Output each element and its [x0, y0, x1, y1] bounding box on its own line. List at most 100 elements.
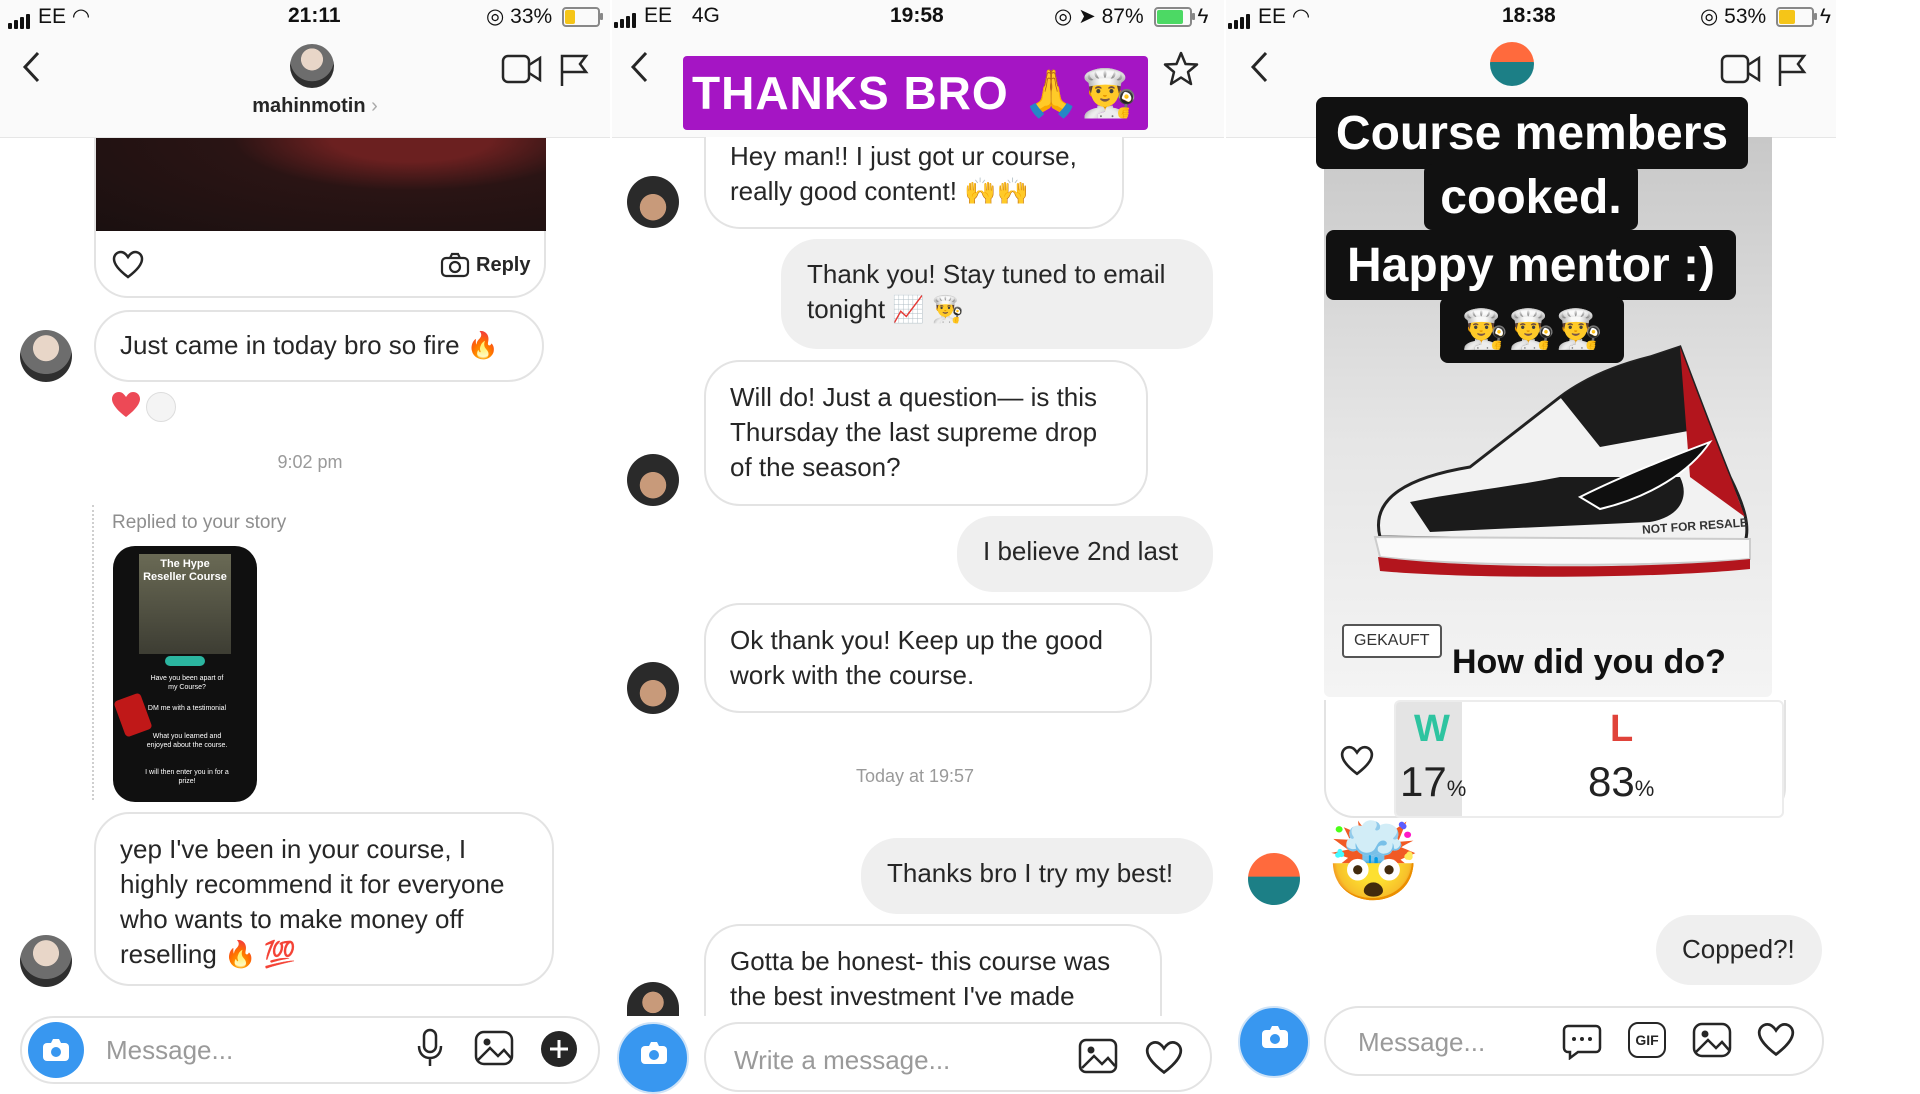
- network-label: 4G: [691, 4, 720, 27]
- message-bubble-own[interactable]: Copped?!: [1656, 915, 1822, 985]
- message-bubble[interactable]: yep I've been in your course, I highly r…: [94, 812, 554, 986]
- charging-icon: ϟ: [1197, 5, 1209, 28]
- camera-icon: [641, 1042, 667, 1064]
- username-text: mahinmotin: [252, 95, 366, 117]
- reply-button[interactable]: Reply: [440, 252, 530, 278]
- camera-icon: [43, 1039, 69, 1061]
- clock: 18:38: [1502, 4, 1556, 27]
- poll-widget[interactable]: W 17% L 83%: [1394, 700, 1784, 818]
- message-bubble[interactable]: Gotta be honest- this course was the bes…: [704, 924, 1162, 1016]
- clock: 19:58: [890, 4, 944, 27]
- message-bubble-own[interactable]: Thanks bro I try my best!: [861, 838, 1213, 914]
- message-text: I believe 2nd last: [983, 536, 1179, 566]
- location-icon: ➤: [1078, 5, 1096, 28]
- message-bubble[interactable]: Just came in today bro so fire 🔥: [94, 310, 544, 382]
- like-heart-icon[interactable]: [1340, 745, 1374, 777]
- caption-line: 👨‍🍳👨‍🍳👨‍🍳: [1440, 297, 1624, 363]
- battery-percent: 33%: [510, 5, 553, 28]
- story-reply-card: Reply: [94, 138, 546, 298]
- video-call-icon[interactable]: [501, 53, 543, 85]
- message-bubble[interactable]: Ok thank you! Keep up the good work with…: [704, 603, 1152, 713]
- gallery-icon[interactable]: [1692, 1022, 1732, 1058]
- reply-thread-line: [92, 505, 94, 800]
- header-avatar[interactable]: [290, 44, 334, 88]
- timestamp: Today at 19:57: [855, 766, 975, 786]
- carrier-label: EE: [38, 5, 67, 28]
- sender-avatar: [627, 662, 679, 714]
- message-bubble[interactable]: Hey man!! I just got ur course, really g…: [704, 137, 1124, 229]
- banner-text: THANKS BRO 🙏👨‍🍳: [692, 66, 1139, 119]
- sticker-banner: THANKS BRO 🙏👨‍🍳: [683, 56, 1148, 130]
- battery-icon: [1153, 7, 1195, 28]
- header-avatar[interactable]: [1490, 42, 1534, 86]
- message-bubble-own[interactable]: I believe 2nd last: [957, 516, 1213, 592]
- back-icon[interactable]: [20, 50, 44, 84]
- sender-avatar: [627, 982, 679, 1016]
- like-heart-icon[interactable]: [112, 250, 144, 280]
- reply-label: Reply: [476, 253, 531, 276]
- chat-bubble-icon[interactable]: [1562, 1022, 1602, 1060]
- sender-avatar: [627, 176, 679, 228]
- sender-avatar: [20, 330, 72, 382]
- message-text: Thank you! Stay tuned to email tonight 📈…: [807, 259, 1166, 324]
- story-line1: Have you been apart of my Course?: [150, 675, 224, 691]
- camera-button[interactable]: [28, 1022, 84, 1078]
- message-input[interactable]: Write a message...: [734, 1045, 950, 1076]
- header-username[interactable]: mahinmotin ›: [240, 95, 390, 118]
- back-icon[interactable]: [1248, 50, 1272, 84]
- flag-icon[interactable]: [558, 52, 590, 88]
- gallery-icon[interactable]: [474, 1030, 514, 1066]
- reaction-heart-icon[interactable]: [110, 390, 142, 420]
- story-line4: I will then enter you in for a prize!: [145, 769, 229, 785]
- gekauft-tag: GEKAUFT: [1342, 624, 1442, 658]
- message-bubble-own[interactable]: Thank you! Stay tuned to email tonight 📈…: [781, 239, 1213, 349]
- poll-l-label: L: [1610, 708, 1634, 750]
- heart-icon[interactable]: [1144, 1040, 1184, 1076]
- sender-avatar: [627, 454, 679, 506]
- gif-button[interactable]: GIF: [1628, 1022, 1666, 1058]
- caption-line: cooked.: [1424, 164, 1638, 230]
- message-input[interactable]: Message...: [106, 1035, 233, 1066]
- heart-icon[interactable]: [1756, 1022, 1796, 1058]
- star-icon[interactable]: [1162, 50, 1200, 88]
- microphone-icon[interactable]: [414, 1028, 446, 1068]
- poll-question: How did you do?: [1452, 643, 1726, 681]
- story-thumbnail[interactable]: The Hype Reseller Course Have you been a…: [113, 546, 257, 802]
- signal-icon: [8, 5, 32, 30]
- caption-text: cooked.: [1440, 170, 1622, 224]
- sender-avatar: [1248, 853, 1300, 905]
- message-bubble[interactable]: Will do! Just a question— is this Thursd…: [704, 360, 1148, 506]
- reaction-emoji[interactable]: 🤯: [1326, 818, 1421, 908]
- wifi-icon: ◠: [1291, 5, 1311, 28]
- signal-icon: [1228, 5, 1252, 30]
- poll-l-number: 83: [1588, 758, 1635, 805]
- timestamp: 9:02 pm: [277, 452, 343, 472]
- flag-icon[interactable]: [1776, 52, 1808, 88]
- camera-button[interactable]: [1238, 1006, 1310, 1078]
- gallery-icon[interactable]: [1078, 1038, 1118, 1074]
- video-call-icon[interactable]: [1720, 53, 1762, 85]
- camera-button[interactable]: [617, 1022, 689, 1094]
- message-input[interactable]: Message...: [1358, 1027, 1485, 1058]
- panel1-status-bar: EE ◠ 21:11 ◎ 33%: [0, 0, 610, 34]
- caption-emojis: 👨‍🍳👨‍🍳👨‍🍳: [1461, 309, 1603, 351]
- poll-l-value: 83%: [1588, 758, 1654, 806]
- charging-icon: ϟ: [1819, 5, 1832, 28]
- poll-w-label: W: [1414, 708, 1450, 750]
- message-text: Copped?!: [1682, 934, 1795, 964]
- story-line3: What you learned and enjoyed about the c…: [146, 733, 228, 749]
- caption-text: Happy mentor :): [1346, 238, 1715, 292]
- poll-l-pct: %: [1634, 776, 1655, 801]
- caption-line: Course members: [1316, 97, 1748, 169]
- message-text: Will do! Just a question— is this Thursd…: [730, 382, 1098, 482]
- lock-rotation-icon: ◎: [486, 5, 505, 28]
- back-icon[interactable]: [628, 50, 652, 84]
- story-preview-image[interactable]: [96, 138, 546, 231]
- poll-w-value: 17%: [1400, 758, 1466, 806]
- battery-percent: 53%: [1724, 5, 1767, 28]
- sender-avatar: [20, 935, 72, 987]
- replied-label: Replied to your story: [112, 512, 287, 533]
- poll-w-pct: %: [1446, 776, 1467, 801]
- add-icon[interactable]: [540, 1030, 578, 1068]
- story-title: The Hype Reseller Course: [143, 558, 227, 583]
